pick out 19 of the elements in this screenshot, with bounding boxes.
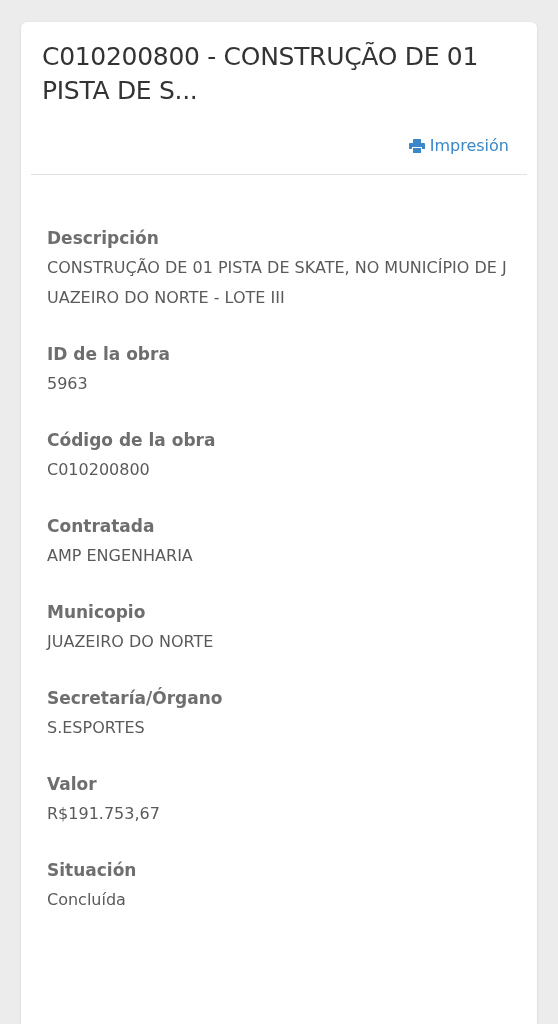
field-label: Valor <box>47 773 98 796</box>
field-label: Código de la obra <box>47 429 217 452</box>
print-link[interactable]: Impresión <box>408 134 509 158</box>
field-label: Municopio <box>47 601 147 624</box>
field-value: S.ESPORTES <box>47 717 146 739</box>
field-label: Contratada <box>47 515 156 538</box>
field-label: Situación <box>47 859 138 882</box>
page-title: C010200800 - CONSTRUÇÃO DE 01 PISTA DE S... <box>42 41 479 107</box>
field-value: JUAZEIRO DO NORTE <box>47 631 215 653</box>
field-value: AMP ENGENHARIA <box>47 545 194 567</box>
field-value: CONSTRUÇÃO DE 01 PISTA DE SKATE, NO MUNICÍPIO DE JUAZEIRO DO NORTE - LOTE III <box>47 257 508 309</box>
field-label: ID de la obra <box>47 343 171 366</box>
printer-icon <box>408 139 425 153</box>
field-value: 5963 <box>47 373 89 395</box>
field-value: Concluída <box>47 889 127 911</box>
field-label: Secretaría/Órgano <box>47 686 224 710</box>
field-value: R$191.753,67 <box>47 803 161 825</box>
field-value: C010200800 <box>47 459 151 481</box>
field-label: Descripción <box>47 227 160 250</box>
